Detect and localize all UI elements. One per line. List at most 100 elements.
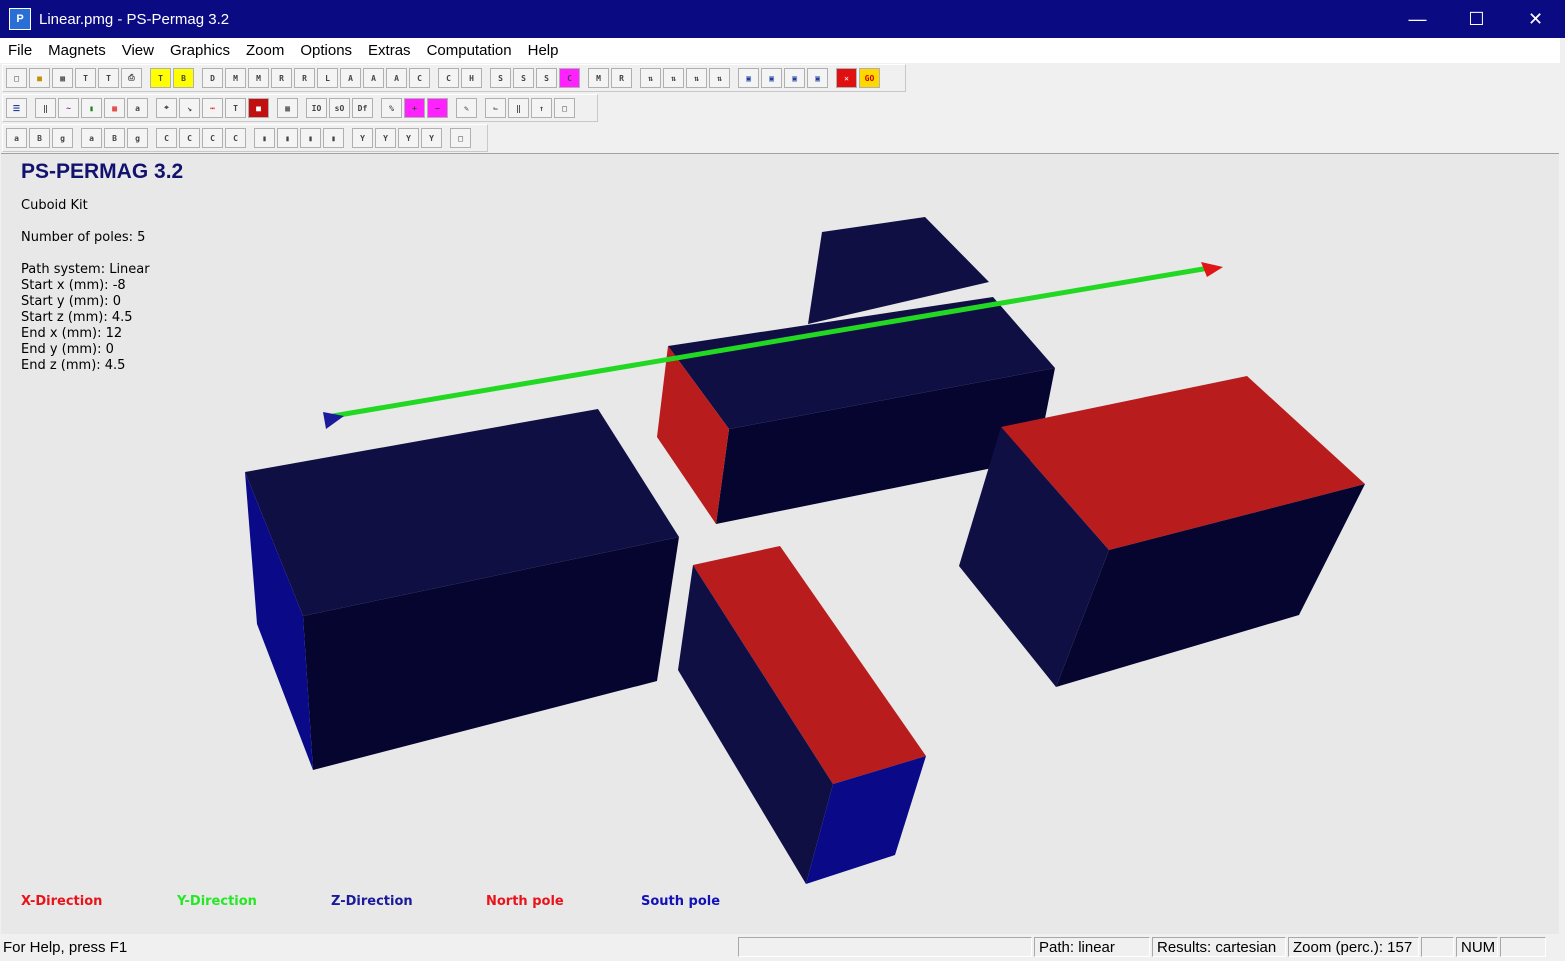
3d-viewport[interactable]: PS-PERMAG 3.2 Cuboid Kit Number of poles…: [1, 153, 1559, 934]
df-icon[interactable]: Df: [352, 98, 373, 118]
menu-bar: File Magnets View Graphics Zoom Options …: [0, 38, 1560, 63]
document-icon[interactable]: □: [554, 98, 575, 118]
sort-4-icon[interactable]: ⇅: [709, 68, 730, 88]
list-2-icon[interactable]: B: [29, 128, 50, 148]
chart-icon[interactable]: □: [450, 128, 471, 148]
magnet-d-icon[interactable]: D: [202, 68, 223, 88]
end-x: End x (mm): 12: [21, 326, 123, 341]
bar-x-icon[interactable]: ▮: [254, 128, 275, 148]
magnet-sa-icon[interactable]: S: [513, 68, 534, 88]
magnet-r-icon[interactable]: R: [271, 68, 292, 88]
close-button[interactable]: ✕: [1506, 0, 1565, 38]
cz-icon[interactable]: C: [202, 128, 223, 148]
cy-icon[interactable]: C: [179, 128, 200, 148]
sort-3-icon[interactable]: ⇅: [686, 68, 707, 88]
plot-2-icon[interactable]: Y: [375, 128, 396, 148]
plot-3-icon[interactable]: Y: [398, 128, 419, 148]
window-3-icon[interactable]: ▣: [784, 68, 805, 88]
txt-import-icon[interactable]: T: [98, 68, 119, 88]
magnet-m-icon[interactable]: M: [225, 68, 246, 88]
list-3-icon[interactable]: g: [52, 128, 73, 148]
text-t-icon[interactable]: T: [225, 98, 246, 118]
cx-icon[interactable]: C: [156, 128, 177, 148]
legend-x-direction: X-Direction: [21, 894, 103, 909]
magnet-l-icon[interactable]: L: [317, 68, 338, 88]
bar-y-icon[interactable]: ▮: [277, 128, 298, 148]
arrow-up-icon[interactable]: ↑: [531, 98, 552, 118]
tp-icon[interactable]: T: [150, 68, 171, 88]
legend-north-pole: North pole: [486, 894, 564, 909]
layers-icon[interactable]: ☰: [6, 98, 27, 118]
bar-chart-icon[interactable]: ▮: [81, 98, 102, 118]
maximize-button[interactable]: ☐: [1447, 0, 1506, 38]
magnet-so-icon[interactable]: S: [490, 68, 511, 88]
magnet-mm-icon[interactable]: M: [588, 68, 609, 88]
percent-icon[interactable]: %: [381, 98, 402, 118]
dashes-icon[interactable]: ⋯: [202, 98, 223, 118]
graph-b-icon[interactable]: B: [104, 128, 125, 148]
menu-graphics[interactable]: Graphics: [162, 42, 238, 59]
graph-g-icon[interactable]: g: [127, 128, 148, 148]
magnet-cs-icon[interactable]: C: [438, 68, 459, 88]
red-block-icon[interactable]: ■: [248, 98, 269, 118]
menu-view[interactable]: View: [114, 42, 162, 59]
grid-lines-icon[interactable]: ‖: [35, 98, 56, 118]
legend-z-direction: Z-Direction: [331, 894, 413, 909]
crosshair-icon[interactable]: ⌖: [156, 98, 177, 118]
open-folder-icon[interactable]: ■: [29, 68, 50, 88]
table-icon[interactable]: ▦: [277, 98, 298, 118]
coord-icon[interactable]: ⌙: [485, 98, 506, 118]
print-icon[interactable]: ⎙: [121, 68, 142, 88]
window-2-icon[interactable]: ▣: [761, 68, 782, 88]
magnet-ms-icon[interactable]: M: [248, 68, 269, 88]
menu-options[interactable]: Options: [292, 42, 360, 59]
menu-help[interactable]: Help: [520, 42, 567, 59]
so-icon[interactable]: sO: [329, 98, 350, 118]
window-1-icon[interactable]: ▣: [738, 68, 759, 88]
window-4-icon[interactable]: ▣: [807, 68, 828, 88]
curve-icon[interactable]: ~: [58, 98, 79, 118]
magnet-al-icon[interactable]: A: [386, 68, 407, 88]
io-icon[interactable]: IO: [306, 98, 327, 118]
axes-icon[interactable]: ↘: [179, 98, 200, 118]
txt-export-icon[interactable]: T: [75, 68, 96, 88]
save-disk-icon[interactable]: ▩: [52, 68, 73, 88]
cancel-x-icon[interactable]: ✕: [836, 68, 857, 88]
graph-a-icon[interactable]: a: [81, 128, 102, 148]
menu-file[interactable]: File: [0, 42, 40, 59]
magnet-mr-icon[interactable]: R: [611, 68, 632, 88]
graphics-toolbar: ☰ ‖ ~ ▮ ▦ a ⌖ ↘ ⋯ T ■ ▦ IO sO Df % + − ✎…: [2, 94, 598, 122]
menu-zoom[interactable]: Zoom: [238, 42, 292, 59]
menu-extras[interactable]: Extras: [360, 42, 419, 59]
magnet-sl-icon[interactable]: S: [536, 68, 557, 88]
minimize-button[interactable]: —: [1388, 0, 1447, 38]
bar-s-icon[interactable]: ▮: [323, 128, 344, 148]
start-y: Start y (mm): 0: [21, 294, 121, 309]
plot-4-icon[interactable]: Y: [421, 128, 442, 148]
minus-icon[interactable]: −: [427, 98, 448, 118]
magnet-ck-icon[interactable]: C: [559, 68, 580, 88]
text-label-icon[interactable]: a: [127, 98, 148, 118]
go-icon[interactable]: GO: [859, 68, 880, 88]
cs-icon[interactable]: C: [225, 128, 246, 148]
magnet-rs-icon[interactable]: R: [294, 68, 315, 88]
menu-magnets[interactable]: Magnets: [40, 42, 114, 59]
sort-2-icon[interactable]: ⇅: [663, 68, 684, 88]
color-map-icon[interactable]: ▦: [104, 98, 125, 118]
start-z: Start z (mm): 4.5: [21, 310, 133, 325]
sort-1-icon[interactable]: ⇅: [640, 68, 661, 88]
columns-icon[interactable]: ‖: [508, 98, 529, 118]
menu-computation[interactable]: Computation: [419, 42, 520, 59]
new-file-icon[interactable]: □: [6, 68, 27, 88]
magnet-h-icon[interactable]: H: [461, 68, 482, 88]
edit-graph-icon[interactable]: ✎: [456, 98, 477, 118]
magnet-a-icon[interactable]: A: [340, 68, 361, 88]
status-path: Path: linear: [1034, 937, 1150, 957]
magnet-c-icon[interactable]: C: [409, 68, 430, 88]
plot-1-icon[interactable]: Y: [352, 128, 373, 148]
plus-icon[interactable]: +: [404, 98, 425, 118]
bd-icon[interactable]: B: [173, 68, 194, 88]
magnet-as-icon[interactable]: A: [363, 68, 384, 88]
bar-z-icon[interactable]: ▮: [300, 128, 321, 148]
list-1-icon[interactable]: a: [6, 128, 27, 148]
